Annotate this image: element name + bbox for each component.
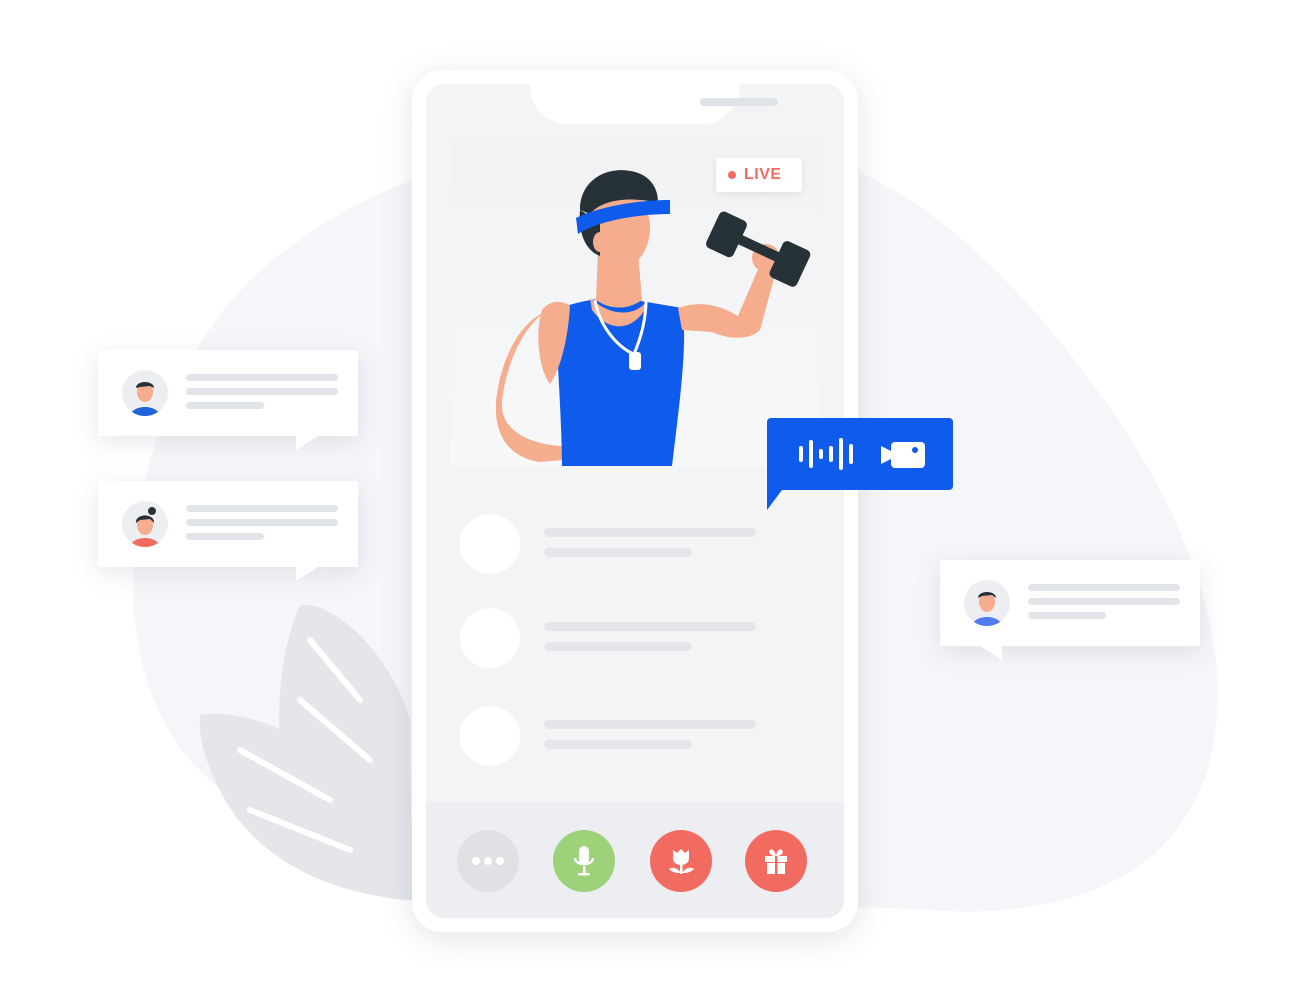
chat-text-line <box>186 388 338 395</box>
gift-icon <box>765 849 787 874</box>
phone-speaker <box>700 98 778 106</box>
feed-text-line <box>544 622 756 631</box>
chat-bubble[interactable] <box>98 350 358 450</box>
chat-text-line <box>186 505 338 512</box>
feed-item[interactable] <box>460 608 820 668</box>
flower-icon <box>669 849 694 874</box>
microphone-button[interactable] <box>553 830 615 892</box>
stream-bubble-tail <box>767 486 785 510</box>
feed-avatar <box>460 706 520 766</box>
chat-text-line <box>186 374 338 381</box>
more-icon <box>472 857 504 865</box>
chat-text-line <box>186 519 338 526</box>
chat-text-line <box>1028 598 1180 605</box>
gift-button[interactable] <box>745 830 807 892</box>
live-label: LIVE <box>744 166 782 183</box>
live-dot <box>728 171 736 179</box>
male-avatar-icon <box>964 580 1010 626</box>
feed-text-line <box>544 642 692 651</box>
phone-notch <box>530 84 778 124</box>
chat-bubble[interactable] <box>940 560 1200 660</box>
microphone-icon <box>573 846 595 876</box>
chat-text-line <box>1028 584 1180 591</box>
chat-text-line <box>186 533 264 540</box>
chat-text-line <box>186 402 264 409</box>
live-badge: LIVE <box>716 158 802 192</box>
feed-item[interactable] <box>460 514 820 574</box>
feed-text-line <box>544 548 692 557</box>
more-button[interactable] <box>457 830 519 892</box>
feed-item[interactable] <box>460 706 820 766</box>
audio-wave-icon <box>799 438 853 470</box>
feed-text-line <box>544 740 692 749</box>
control-bar <box>426 802 844 918</box>
feed-text-line <box>544 720 756 729</box>
flower-button[interactable] <box>650 830 712 892</box>
feed-avatar <box>460 514 520 574</box>
chat-text-line <box>1028 612 1106 619</box>
feed-text-line <box>544 528 756 537</box>
stream-bubble[interactable] <box>767 418 953 490</box>
male-avatar-icon <box>122 370 168 416</box>
phone-frame <box>412 70 858 932</box>
female-avatar-icon <box>122 501 168 547</box>
chat-bubble[interactable] <box>98 481 358 581</box>
feed-avatar <box>460 608 520 668</box>
video-camera-icon <box>881 442 925 468</box>
